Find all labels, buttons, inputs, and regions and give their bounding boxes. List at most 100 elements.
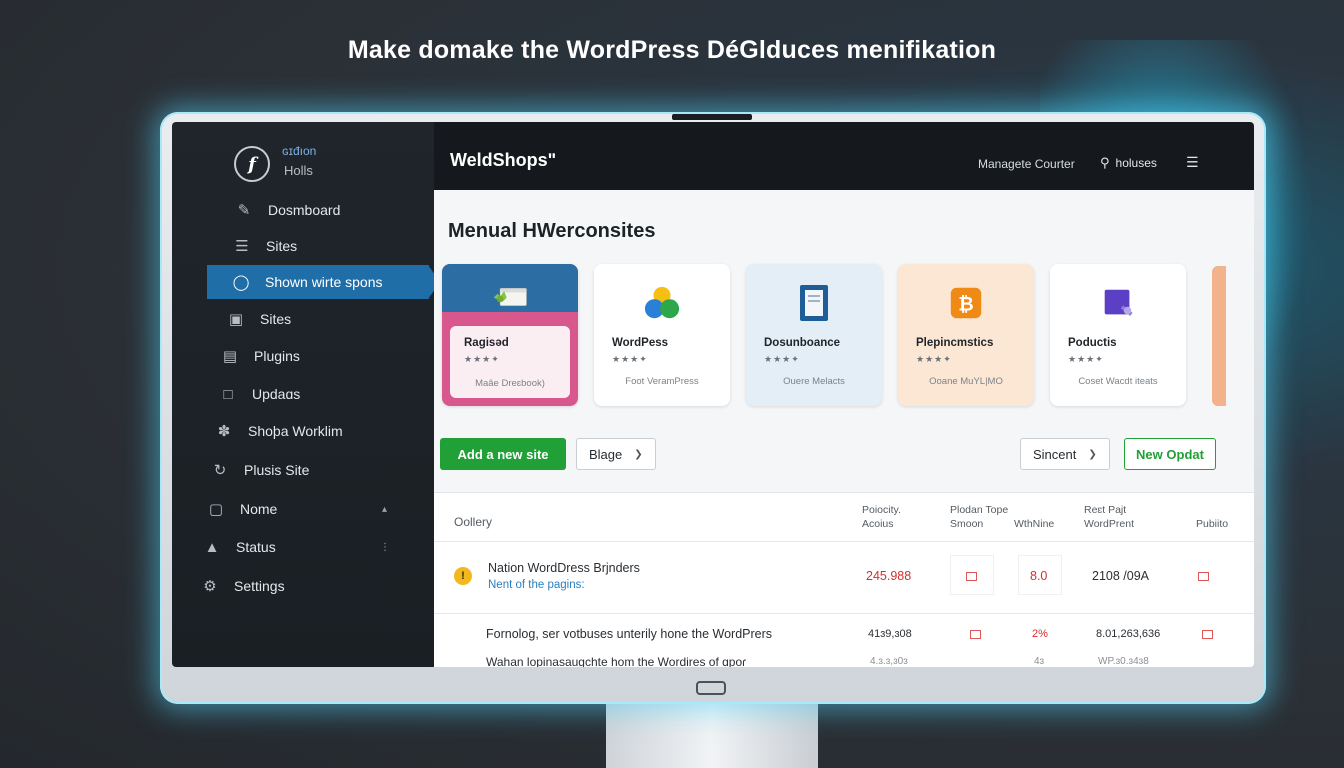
col-header-line: Acoius [862,518,894,530]
card-desc: Ouere Melacts [783,376,845,387]
section-title: Menual HWerconsites [448,220,656,242]
database-icon: ☰ [235,238,249,255]
row-2-value-3: 2% [1032,628,1048,640]
search-icon: ⚲ [1100,155,1110,170]
sidebar-item-label: Plusis Site [244,462,310,478]
sidebar-item-home[interactable]: ▢ Nome ▴ [206,492,387,526]
sidebar-item-label: Plugins [254,348,300,364]
chevron-down-icon: ❯ [1088,448,1097,460]
monitor-logo-icon [696,681,726,695]
window-icon: ▣ [228,311,244,328]
sidebar-item-plugin-site[interactable]: ↻ Plusis Site [210,453,310,487]
sort-select[interactable]: Sincent ❯ [1020,438,1110,470]
top-search[interactable]: ⚲ holuses [1100,155,1157,171]
card-name: Dosunboance [764,337,841,349]
sidebar-item-sites[interactable]: ☰ Sites [232,229,297,263]
sidebar: f ɢɪđıon Holls ✎ Dosmboard ☰ Sites ◯ Sho… [172,122,440,667]
row-1-value-1: 245.988 [866,569,912,583]
search-label: holuses [1115,156,1157,170]
row-3-value-3: 4ɜ [1034,656,1045,667]
site-card-2[interactable]: WordPess ★★★✦ Foot VeramPress [594,264,730,406]
toolbar: Add a new site Blage ❯ Sincent ❯ New Opdat [434,422,1254,482]
card-name: WordPess [612,337,669,349]
manage-counter-link[interactable]: Managete Courter [978,157,1075,171]
row-1-checkbox-1[interactable] [966,572,977,581]
row-divider [434,541,1254,542]
row-3-value-1: 4.ɜ.ɜ,ɜ0ɜ [870,656,908,667]
card-name: Plepincmstics [916,337,994,349]
sidebar-item-updates[interactable]: □ Updaɑs [218,377,300,411]
hamburger-icon[interactable]: ☰ [1186,154,1199,171]
row-2-checkbox-2[interactable] [1202,630,1213,639]
filter-select[interactable]: Blage ❯ [576,438,656,470]
card-rating: ★★★✦ [916,354,952,364]
col-header-gallery: Oollery [454,515,493,529]
site-cards: Ragisəd ★★★✦ Maȃe Dreɛbook) WordPess ★★★… [442,264,1252,410]
document-icon [795,284,833,322]
sidebar-item-label: Dosmboard [268,202,341,218]
sidebar-item-label: Status [236,539,276,555]
card-desc: Coset Wacdt iteats [1078,376,1158,387]
card-desc: Maȃe Dreɛbook) [475,378,545,389]
row-1-title[interactable]: Nation WordDress Brjnders [488,561,640,575]
brand-logo-icon: f [234,146,270,182]
monitor-camera [672,114,752,120]
app-title: WeldShopsʺ [450,150,557,170]
sidebar-item-shown-sponsors[interactable]: ◯ Shown wirte spons [207,265,429,299]
sidebar-item-label: Settings [234,578,285,594]
card-name: Ragisəd [464,337,509,349]
sidebar-item-label: Nome [240,501,278,517]
site-card-6-partial[interactable] [1212,266,1226,406]
sidebar-item-label: Shoþa Worklim [248,423,343,439]
stack-icon: ▤ [222,348,238,365]
pencil-icon: ✎ [237,202,251,219]
row-3-title[interactable]: Wahan lopinasaugchte hom the Wordires of… [486,655,746,667]
monitor-icon: ▢ [208,501,224,518]
filter-select-value: Blage [589,446,623,462]
row-divider [434,613,1254,614]
card-name: Poductis [1068,337,1117,349]
col-header-publish: Pubiito [1196,518,1229,530]
col-header-plan: Plodan Tope Smoon [950,503,1008,531]
compass-icon: ✽ [217,423,231,440]
sidebar-item-settings[interactable]: ⚙ Settings [200,569,285,603]
sidebar-item-dashboard[interactable]: ✎ Dosmboard [234,193,341,227]
col-header-line: Plodan Tope [950,504,1009,516]
row-1-checkbox-2[interactable] [1198,572,1209,581]
new-update-button[interactable]: New Opdat [1124,438,1216,470]
bubbles-icon [643,284,681,322]
row-2-title[interactable]: Fornolog, ser votbuses unterily hone the… [486,627,772,641]
gear-icon: ⚙ [203,578,217,595]
row-1-value-4: 2108 /09A [1092,569,1149,583]
chevron-down-icon: ❯ [634,448,643,460]
sidebar-item-workflows[interactable]: ✽ Shoþa Worklim [214,414,343,448]
sort-select-value: Sincent [1033,446,1077,462]
brand-subtitle: Holls [284,163,313,178]
site-card-1[interactable]: Ragisəd ★★★✦ Maȃe Dreɛbook) [442,264,578,406]
col-header-line: Smoon [950,518,984,530]
sidebar-item-plugins[interactable]: ▤ Plugins [220,339,300,373]
card-desc: Foot VeramPress [625,376,699,387]
sidebar-item-sites-2[interactable]: ▣ Sites [226,302,291,336]
row-2-checkbox-1[interactable] [970,630,981,639]
site-card-4[interactable]: ₿ Plepincmstics ★★★✦ Ooane MuYL|MO [898,264,1034,406]
sidebar-item-status[interactable]: ▲ Status ⋮ [202,530,390,564]
site-card-3[interactable]: Dosunboance ★★★✦ Ouere Melacts [746,264,882,406]
col-header-priority: Poiocity. Acoius [862,503,901,531]
row-2-value-1: 41ɜ9,ɜ08 [868,628,912,640]
add-site-button[interactable]: Add a new site [440,438,566,470]
site-card-5[interactable]: Poductis ★★★✦ Coset Wacdt iteats [1050,264,1186,406]
row-1-subtitle[interactable]: Nent of the pagins: [488,579,585,591]
lock-icon: □ [223,385,233,403]
sidebar-item-label: Sites [266,238,298,254]
col-header-line: Reɛt Pajt [1084,504,1127,516]
col-header-line: WordPrent [1084,518,1134,530]
card-rating: ★★★✦ [764,354,800,364]
main-content: Menual HWerconsites Ragisəd ★★★✦ Maȃe Dr… [434,190,1254,667]
megaphone-icon: ▲ [204,538,220,556]
sidebar-item-label: Updaɑs [252,386,301,402]
sidebar-item-label: Shown wirte spons [265,274,383,290]
col-header-wordpress: Reɛt Pajt WordPrent [1084,503,1134,531]
row-1-value-3: 8.0 [1030,569,1048,583]
puzzle-icon [491,278,529,316]
